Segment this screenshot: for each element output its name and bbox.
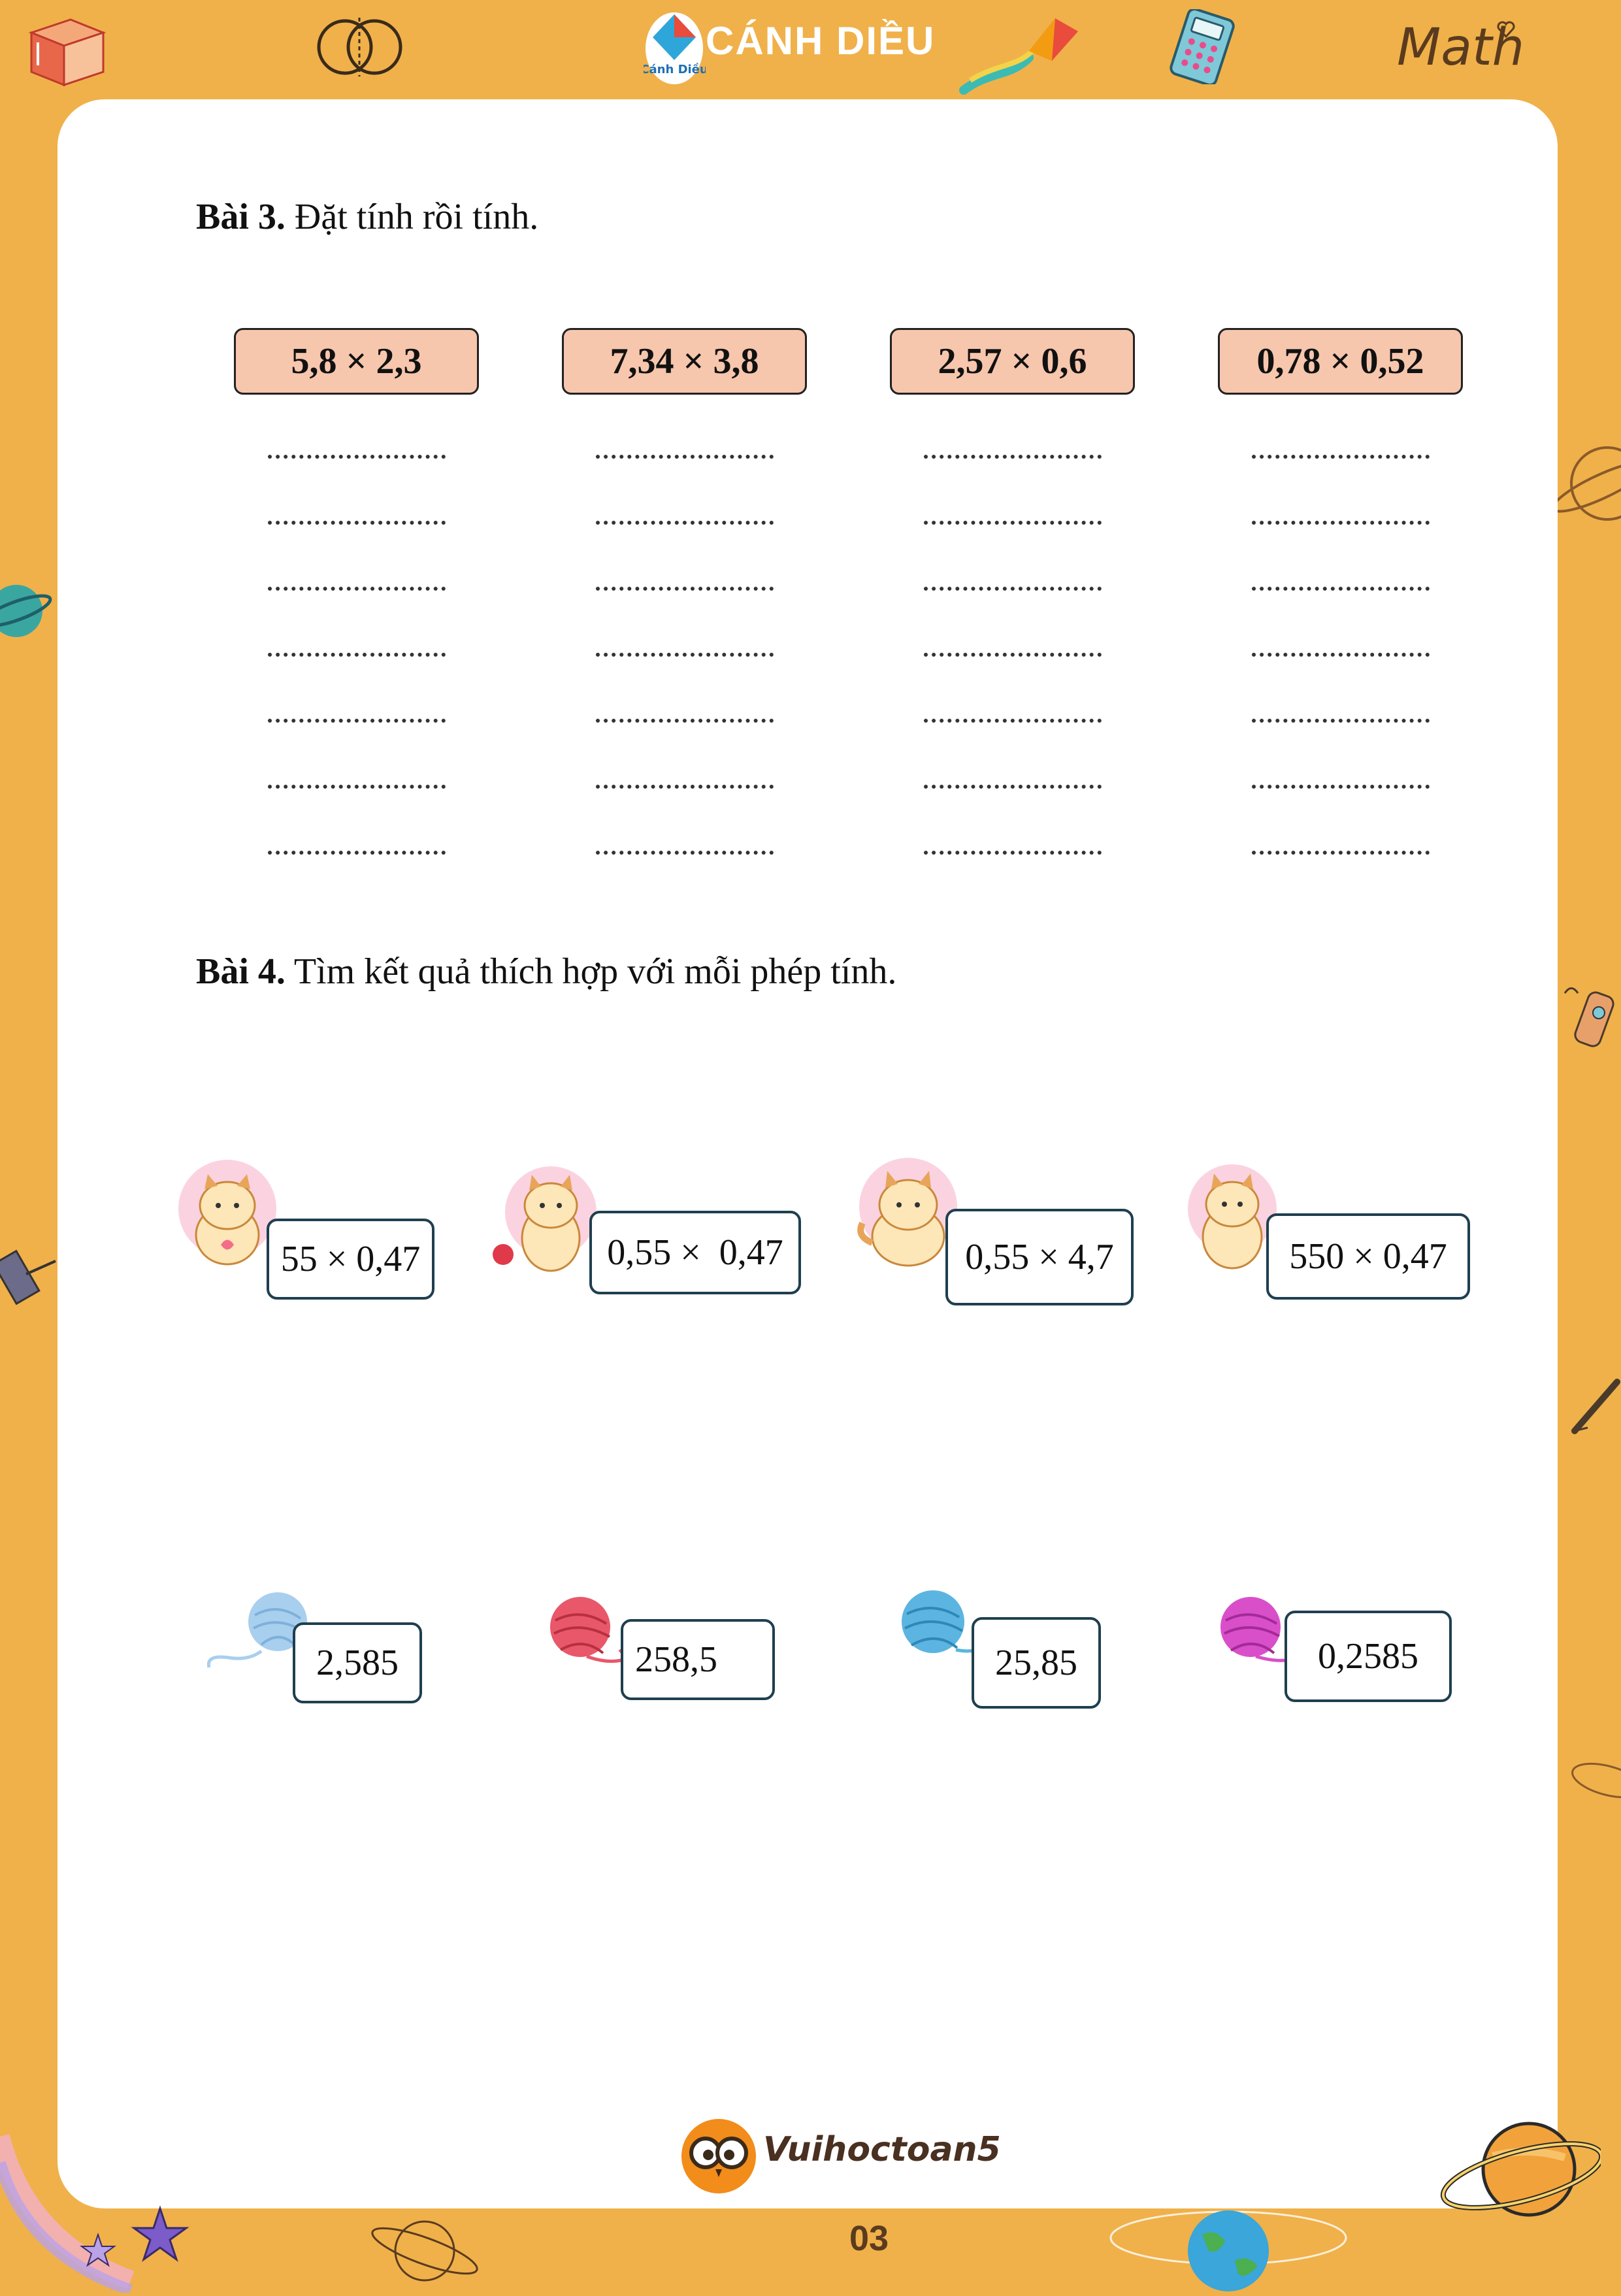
answer-line[interactable]	[1252, 715, 1430, 723]
expression-box-1[interactable]: 55 × 0,47	[267, 1219, 434, 1300]
svg-text:Cánh Diều: Cánh Diều	[644, 63, 706, 76]
kite-icon	[957, 12, 1081, 100]
answer-line[interactable]	[596, 715, 774, 723]
orbit-outline-icon	[1568, 1751, 1621, 1813]
answer-line[interactable]	[1252, 517, 1430, 525]
page-number: 03	[849, 2219, 889, 2258]
answer-line[interactable]	[268, 781, 446, 789]
answer-line[interactable]	[268, 517, 446, 525]
problem-box-1: 5,8 × 2,3	[234, 328, 479, 395]
result-box-4[interactable]: 0,2585	[1285, 1611, 1452, 1702]
cat-icon	[849, 1158, 960, 1279]
rocket-icon	[1558, 980, 1621, 1081]
shooting-star-icon	[0, 2110, 196, 2296]
answer-line[interactable]	[268, 715, 446, 723]
exercise3-heading: Bài 3. Đặt tính rồi tính.	[196, 196, 538, 238]
answer-line[interactable]	[924, 649, 1102, 657]
result-box-3[interactable]: 25,85	[972, 1617, 1101, 1709]
answer-line[interactable]	[1252, 583, 1430, 591]
satellite-icon	[0, 1228, 59, 1330]
heart-icon	[1496, 20, 1516, 42]
problem-box-4: 0,78 × 0,52	[1218, 328, 1463, 395]
answer-line[interactable]	[268, 583, 446, 591]
worksheet-page	[57, 99, 1558, 2208]
answer-line[interactable]	[268, 847, 446, 855]
answer-line[interactable]	[924, 847, 1102, 855]
result-box-1[interactable]: 2,585	[293, 1622, 422, 1703]
exercise4-heading: Bài 4. Tìm kết quả thích hợp với mỗi phé…	[196, 951, 896, 992]
answer-line[interactable]	[924, 781, 1102, 789]
planet-outline-icon	[366, 2208, 483, 2290]
exercise3-label: Bài 3.	[196, 197, 286, 237]
exercise4-instruction: Tìm kết quả thích hợp với mỗi phép tính.	[285, 951, 897, 992]
answer-line[interactable]	[1252, 451, 1430, 459]
planet-icon	[0, 575, 52, 650]
problem-box-2: 7,34 × 3,8	[562, 328, 807, 395]
logo-icon: Cánh Diều	[640, 8, 708, 90]
answer-line[interactable]	[1252, 781, 1430, 789]
earth-icon	[1104, 2189, 1352, 2296]
answer-line[interactable]	[924, 451, 1102, 459]
answer-line[interactable]	[1252, 649, 1430, 657]
cat-icon	[489, 1163, 597, 1281]
brand-title: CÁNH DIỀU	[706, 19, 936, 63]
exercise4-label: Bài 4.	[196, 951, 286, 992]
answer-line[interactable]	[596, 649, 774, 657]
footer-brand: Vuihoctoan5	[763, 2130, 1001, 2169]
exercise3-instruction: Đặt tính rồi tính.	[285, 197, 539, 237]
answer-line[interactable]	[924, 583, 1102, 591]
result-box-2[interactable]: 258,5	[621, 1619, 775, 1700]
venn-diagram-icon	[312, 14, 407, 83]
answer-line[interactable]	[924, 715, 1102, 723]
problem-box-3: 2,57 × 0,6	[890, 328, 1135, 395]
owl-logo-icon	[680, 2117, 758, 2199]
expression-box-3[interactable]: 0,55 × 4,7	[945, 1209, 1134, 1305]
answer-line[interactable]	[268, 451, 446, 459]
answer-line[interactable]	[596, 451, 774, 459]
saturn-icon	[1431, 2110, 1605, 2238]
expression-box-4[interactable]: 550 × 0,47	[1266, 1213, 1470, 1300]
answer-line[interactable]	[1252, 847, 1430, 855]
answer-line[interactable]	[924, 517, 1102, 525]
cat-icon	[175, 1160, 280, 1277]
answer-line[interactable]	[596, 517, 774, 525]
answer-line[interactable]	[268, 649, 446, 657]
ruler-cube-icon	[25, 13, 110, 91]
calculator-icon	[1170, 8, 1235, 88]
answer-line[interactable]	[596, 847, 774, 855]
answer-line[interactable]	[596, 583, 774, 591]
answer-line[interactable]	[596, 781, 774, 789]
planet-outline-icon	[1548, 431, 1621, 539]
pencil-icon	[1568, 1372, 1621, 1441]
expression-box-2[interactable]: 0,55 × 0,47	[589, 1211, 801, 1294]
